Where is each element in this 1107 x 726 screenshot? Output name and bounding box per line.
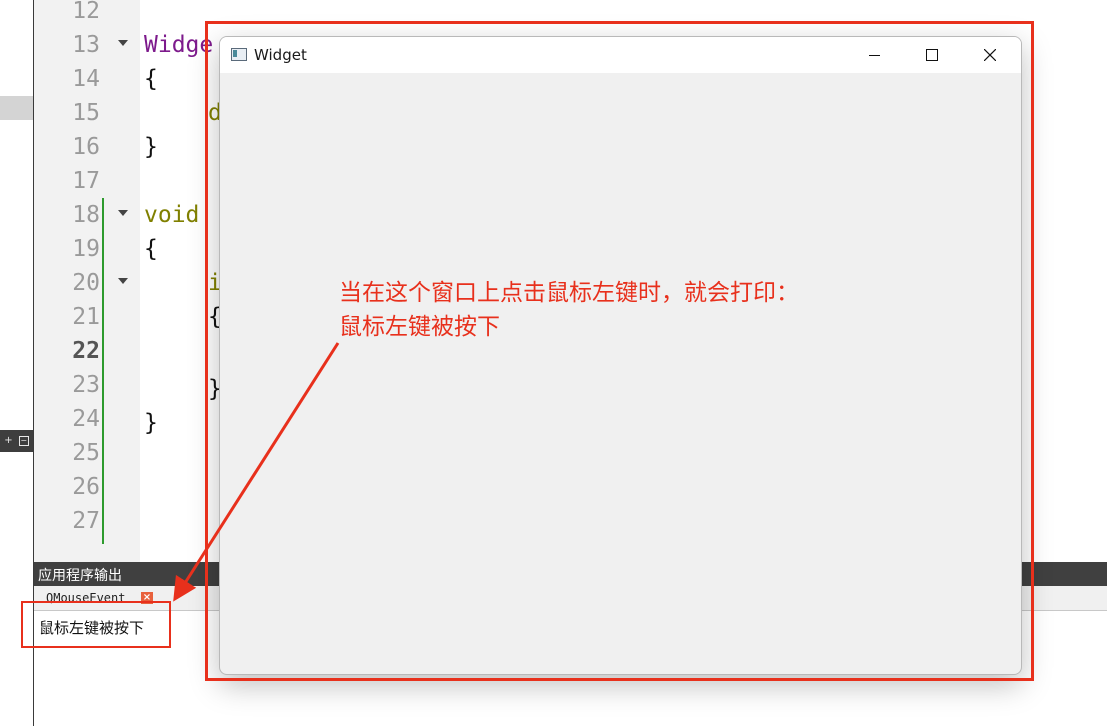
- line-number: 26: [72, 474, 100, 500]
- line-number: 25: [72, 440, 100, 466]
- annotation-text: 当在这个窗口上点击鼠标左键时，就会打印： 鼠标左键被按下: [339, 276, 799, 344]
- line-number: 24: [72, 406, 100, 432]
- fold-arrow-icon[interactable]: [118, 40, 128, 46]
- fold-arrow-icon[interactable]: [118, 210, 128, 216]
- line-number: 16: [72, 134, 100, 160]
- annotation-line-2: 鼠标左键被按下: [339, 314, 500, 340]
- modified-lines-marker: [102, 198, 104, 544]
- window-highlight-box: [205, 21, 1034, 681]
- output-highlight-box: [21, 601, 171, 648]
- sidebar-selection[interactable]: [0, 96, 33, 120]
- line-number: 19: [72, 236, 100, 262]
- line-number: 17: [72, 168, 100, 194]
- line-number: 27: [72, 508, 100, 534]
- line-number: 14: [72, 66, 100, 92]
- line-number: 18: [72, 202, 100, 228]
- code-line-24: }: [144, 410, 158, 436]
- code-line-13: Widge: [144, 32, 214, 58]
- sidebar-toolbar: + −: [0, 430, 33, 452]
- line-number: 20: [72, 270, 100, 296]
- fold-arrow-icon[interactable]: [118, 278, 128, 284]
- collapse-icon[interactable]: −: [18, 436, 29, 446]
- code-line-19: {: [144, 236, 158, 262]
- line-number: 15: [72, 100, 100, 126]
- line-number: 22: [72, 338, 100, 364]
- line-number: 12: [72, 0, 100, 24]
- add-icon[interactable]: +: [4, 436, 12, 446]
- line-number: 23: [72, 372, 100, 398]
- output-pane-title: 应用程序输出: [38, 568, 122, 584]
- line-number: 21: [72, 304, 100, 330]
- code-line-16: }: [144, 134, 158, 160]
- code-line-14: {: [144, 66, 158, 92]
- code-line-18: void: [144, 202, 200, 228]
- line-number: 13: [72, 32, 100, 58]
- annotation-line-1: 当在这个窗口上点击鼠标左键时，就会打印：: [339, 280, 799, 306]
